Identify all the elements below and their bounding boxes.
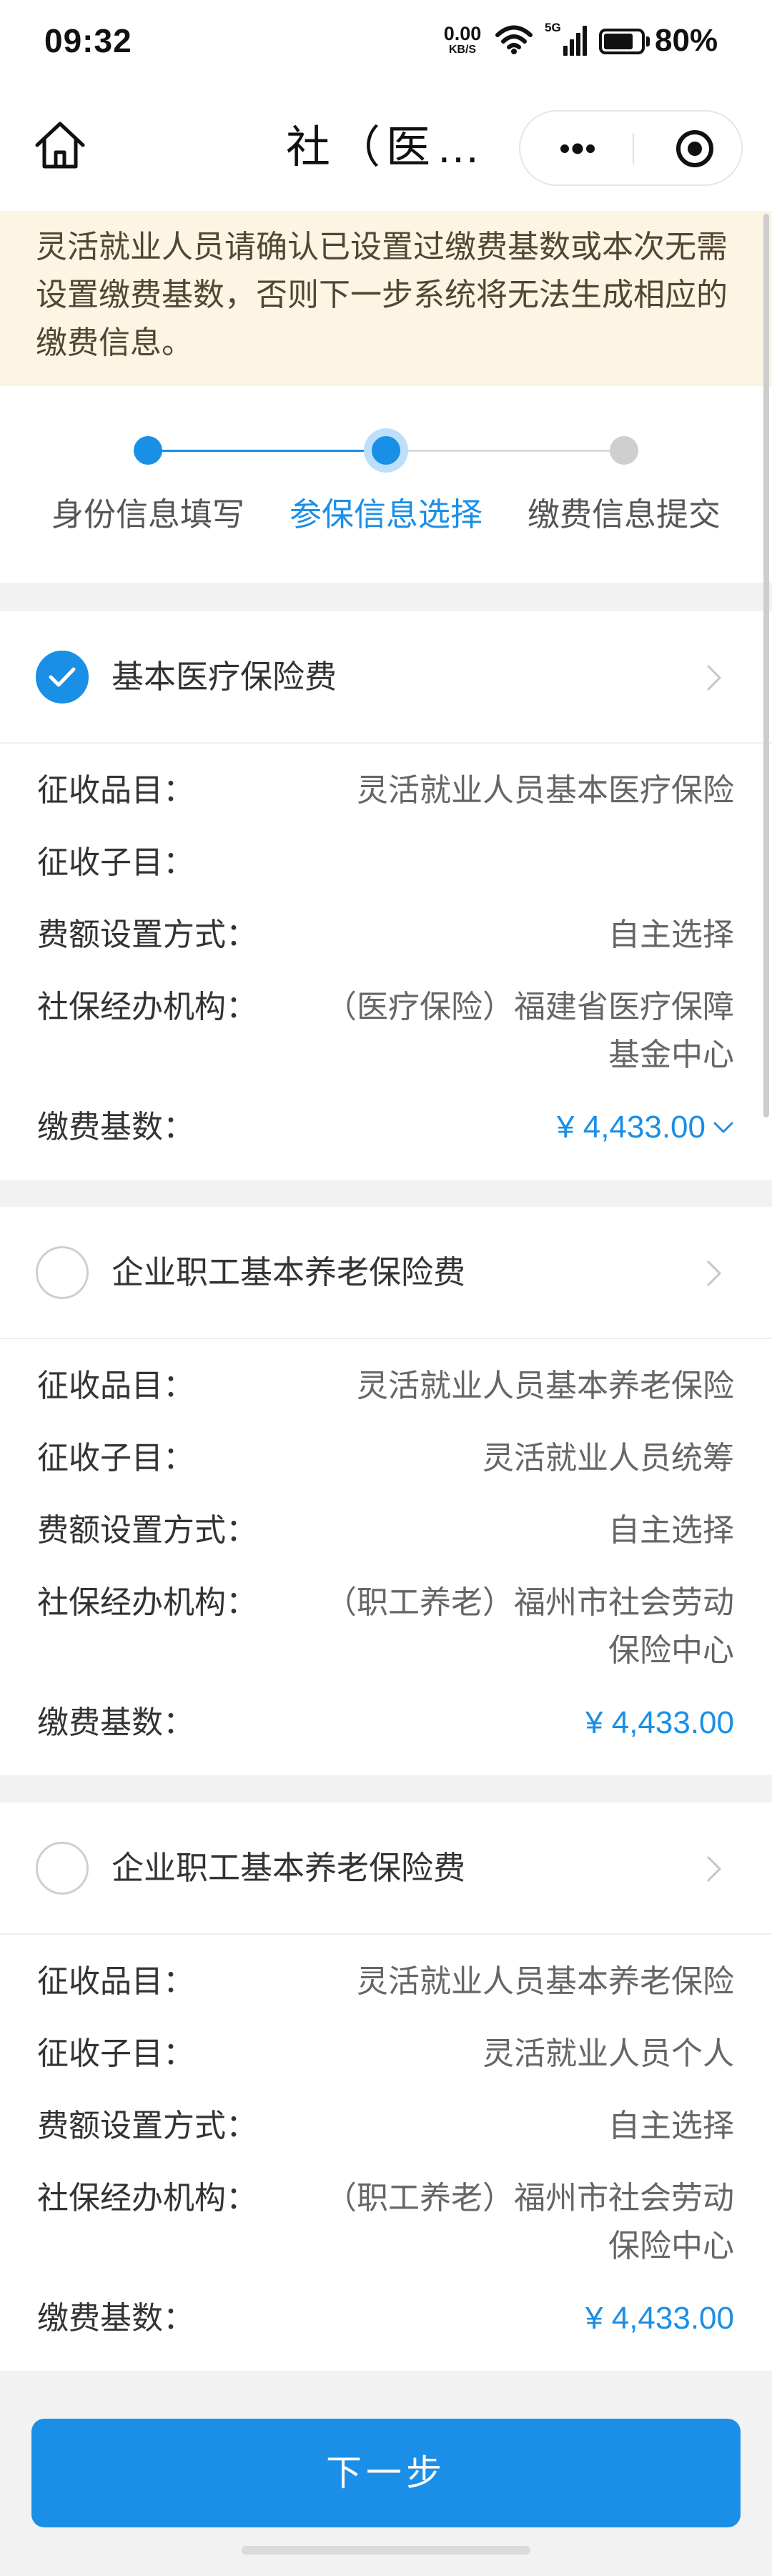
- row-label: 费额设置方式：: [37, 917, 257, 952]
- scrollbar-thumb[interactable]: [763, 214, 769, 1117]
- row-value: 自主选择: [608, 917, 734, 952]
- detail-row: 征收子目： 灵活就业人员个人: [37, 2018, 734, 2090]
- step-1-dot: [134, 436, 162, 465]
- payment-base-select[interactable]: ¥ 4,433.00: [557, 1103, 734, 1151]
- row-value: 灵活就业人员个人: [482, 2036, 734, 2071]
- payment-base-amount: ¥ 4,433.00: [585, 1705, 734, 1740]
- step-2-dot: [372, 436, 400, 465]
- payment-base-amount: ¥ 4,433.00: [557, 1110, 706, 1145]
- battery-icon: [599, 29, 650, 54]
- detail-row: 征收子目： 灵活就业人员统筹: [37, 1422, 734, 1494]
- detail-row: 费额设置方式： 自主选择: [37, 2090, 734, 2162]
- detail-row: 社保经办机构： （职工养老）福州市社会劳动保险中心: [37, 1566, 734, 1687]
- step-track-completed: [148, 450, 386, 452]
- detail-row: 费额设置方式： 自主选择: [37, 1494, 734, 1566]
- signal-bars: [563, 26, 587, 56]
- row-label: 社保经办机构：: [37, 1585, 257, 1620]
- detail-row: 征收品目： 灵活就业人员基本养老保险: [37, 1350, 734, 1422]
- row-value: 灵活就业人员基本医疗保险: [357, 773, 734, 808]
- notice-banner: 灵活就业人员请确认已设置过缴费基数或本次无需设置缴费基数，否则下一步系统将无法生…: [0, 211, 772, 386]
- detail-row: 征收品目： 灵活就业人员基本医疗保险: [37, 754, 734, 826]
- row-label: 征收品目：: [37, 1964, 194, 1999]
- network-type: 5G: [545, 21, 561, 34]
- detail-row: 征收品目： 灵活就业人员基本养老保险: [37, 1945, 734, 2018]
- status-bar: 09:32 0.00 KB/S 5G 80%: [0, 0, 772, 82]
- nav-bar: 社（医…: [0, 82, 772, 211]
- home-indicator[interactable]: [242, 2546, 530, 2555]
- payment-base-label: 缴费基数：: [37, 2301, 194, 2336]
- battery-percent: 80%: [655, 23, 718, 58]
- network-speed-unit: KB/S: [448, 44, 477, 56]
- payment-base-label: 缴费基数：: [37, 1110, 194, 1145]
- battery-cap: [646, 36, 650, 46]
- select-checkbox[interactable]: [36, 1842, 89, 1895]
- payment-base-amount: ¥ 4,433.00: [585, 2301, 734, 2336]
- miniprogram-capsule: [519, 110, 743, 186]
- network-speed-value: 0.00: [443, 23, 482, 44]
- select-checkbox[interactable]: [36, 651, 89, 704]
- cellular-signal-icon: 5G: [545, 21, 588, 57]
- payment-base-row: 缴费基数： ¥ 4,433.00: [37, 2282, 734, 2354]
- row-value: （医疗保险）福建省医疗保障基金中心: [325, 990, 734, 1072]
- detail-row: 社保经办机构： （医疗保险）福建省医疗保障基金中心: [37, 971, 734, 1091]
- status-time: 09:32: [44, 22, 132, 59]
- row-value: 灵活就业人员统筹: [482, 1441, 734, 1476]
- page-title: 社（医…: [285, 123, 486, 172]
- more-icon[interactable]: [543, 131, 612, 167]
- detail-row: 费额设置方式： 自主选择: [37, 899, 734, 971]
- card-title: 基本医疗保险费: [112, 658, 337, 695]
- row-label: 费额设置方式：: [37, 2108, 257, 2143]
- chevron-right-icon[interactable]: [706, 664, 722, 691]
- target-icon[interactable]: [663, 126, 726, 172]
- capsule-divider: [633, 133, 634, 164]
- row-label: 费额设置方式：: [37, 1513, 257, 1548]
- row-value: 自主选择: [608, 1513, 734, 1548]
- detail-row: 社保经办机构： （职工养老）福州市社会劳动保险中心: [37, 2162, 734, 2282]
- battery-body: [599, 29, 645, 54]
- wifi-icon: [495, 25, 533, 54]
- step-2-label: 参保信息选择: [289, 496, 482, 533]
- next-step-button[interactable]: 下一步: [31, 2419, 741, 2527]
- row-label: 社保经办机构：: [37, 990, 257, 1025]
- battery-fill: [604, 34, 633, 49]
- card-title: 企业职工基本养老保险费: [112, 1254, 466, 1291]
- card-header[interactable]: 企业职工基本养老保险费: [0, 1802, 772, 1935]
- payment-base-row: 缴费基数： ¥ 4,433.00: [37, 1687, 734, 1759]
- select-checkbox[interactable]: [36, 1246, 89, 1299]
- row-value: （职工养老）福州市社会劳动保险中心: [325, 2181, 734, 2264]
- row-value: （职工养老）福州市社会劳动保险中心: [325, 1585, 734, 1668]
- row-label: 征收子目：: [37, 2036, 194, 2071]
- insurance-card-medical: 基本医疗保险费 征收品目： 灵活就业人员基本医疗保险 征收子目： 费额设置方式：…: [0, 611, 772, 1180]
- step-3-dot: [610, 436, 638, 465]
- insurance-card-pension-pooled: 企业职工基本养老保险费 征收品目： 灵活就业人员基本养老保险 征收子目： 灵活就…: [0, 1207, 772, 1775]
- checkmark-icon: [49, 667, 76, 687]
- card-details: 征收品目： 灵活就业人员基本养老保险 征收子目： 灵活就业人员个人 费额设置方式…: [0, 1935, 772, 2371]
- row-label: 社保经办机构：: [37, 2181, 257, 2216]
- insurance-card-pension-personal: 企业职工基本养老保险费 征收品目： 灵活就业人员基本养老保险 征收子目： 灵活就…: [0, 1802, 772, 2371]
- card-title: 企业职工基本养老保险费: [112, 1850, 466, 1886]
- row-value: 灵活就业人员基本养老保险: [357, 1964, 734, 1999]
- card-header[interactable]: 企业职工基本养老保险费: [0, 1207, 772, 1339]
- chevron-right-icon[interactable]: [706, 1260, 722, 1287]
- network-speed: 0.00 KB/S: [436, 24, 489, 56]
- card-header[interactable]: 基本医疗保险费: [0, 611, 772, 744]
- payment-base-label: 缴费基数：: [37, 1705, 194, 1740]
- step-3-label: 缴费信息提交: [527, 496, 721, 533]
- card-details: 征收品目： 灵活就业人员基本养老保险 征收子目： 灵活就业人员统筹 费额设置方式…: [0, 1339, 772, 1775]
- row-label: 征收品目：: [37, 1368, 194, 1403]
- card-details: 征收品目： 灵活就业人员基本医疗保险 征收子目： 费额设置方式： 自主选择 社保…: [0, 744, 772, 1180]
- progress-steps: 身份信息填写 参保信息选择 缴费信息提交: [0, 386, 772, 583]
- row-label: 征收子目：: [37, 845, 194, 880]
- row-label: 征收子目：: [37, 1441, 194, 1476]
- detail-row: 征收子目：: [37, 826, 734, 899]
- home-icon[interactable]: [33, 118, 87, 172]
- step-1-label: 身份信息填写: [51, 496, 244, 533]
- chevron-down-icon: [713, 1122, 733, 1132]
- row-value: 灵活就业人员基本养老保险: [357, 1368, 734, 1403]
- row-label: 征收品目：: [37, 773, 194, 808]
- chevron-right-icon[interactable]: [706, 1855, 722, 1882]
- payment-base-row[interactable]: 缴费基数： ¥ 4,433.00: [37, 1091, 734, 1163]
- row-value: 自主选择: [608, 2108, 734, 2143]
